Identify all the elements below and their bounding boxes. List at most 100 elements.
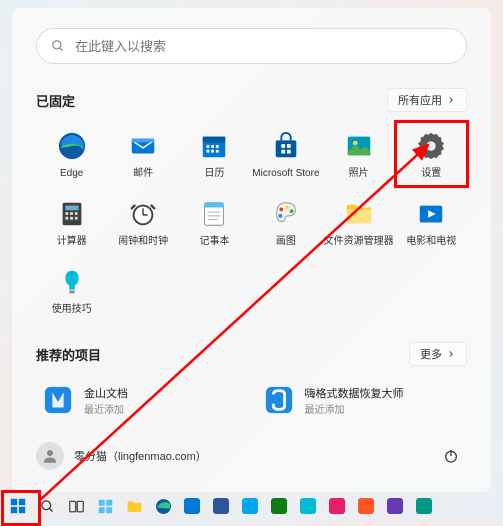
- taskbar-app[interactable]: [207, 494, 235, 518]
- app-label: 照片: [349, 168, 369, 180]
- clock-icon: [127, 198, 159, 230]
- taskbar-app[interactable]: [410, 494, 438, 518]
- power-icon: [443, 448, 459, 464]
- app-tile-alarms-clock[interactable]: 闹钟和时钟: [107, 192, 178, 254]
- taskbar-start-button[interactable]: [4, 494, 32, 518]
- widgets-icon: [98, 499, 113, 514]
- app-tile-edge[interactable]: Edge: [36, 124, 107, 186]
- app-icon: [387, 498, 403, 514]
- app-label: 使用技巧: [52, 304, 92, 316]
- tips-icon: [56, 266, 88, 298]
- app-tile-calculator[interactable]: 计算器: [36, 192, 107, 254]
- taskbar-file-explorer[interactable]: [120, 494, 148, 518]
- taskbar-app[interactable]: [178, 494, 206, 518]
- taskbar-app[interactable]: [323, 494, 351, 518]
- recommended-header: 推荐的项目 更多: [36, 342, 467, 366]
- store-icon: [270, 130, 302, 162]
- app-tile-tips[interactable]: 使用技巧: [36, 260, 107, 322]
- mail-icon: [127, 130, 159, 162]
- app-icon: [416, 498, 432, 514]
- taskbar-app[interactable]: [381, 494, 409, 518]
- app-tile-microsoft-store[interactable]: Microsoft Store: [250, 124, 321, 186]
- recommended-item-recovery[interactable]: 嗨格式数据恢复大师 最近添加: [257, 378, 468, 422]
- calculator-icon: [56, 198, 88, 230]
- gear-icon: [415, 130, 447, 162]
- taskbar-widgets[interactable]: [91, 494, 119, 518]
- taskbar-task-view[interactable]: [62, 494, 90, 518]
- user-name: 零分猫（lingfenmao.com）: [74, 448, 207, 464]
- taskbar-app[interactable]: [352, 494, 380, 518]
- jinshan-docs-icon: [42, 384, 74, 416]
- app-icon: [358, 498, 374, 514]
- app-label: 计算器: [57, 236, 87, 248]
- taskbar-app[interactable]: [265, 494, 293, 518]
- taskbar-edge[interactable]: [149, 494, 177, 518]
- taskbar-search-button[interactable]: [33, 494, 61, 518]
- pinned-header: 已固定 所有应用: [36, 88, 467, 112]
- app-tile-notepad[interactable]: 记事本: [179, 192, 250, 254]
- power-button[interactable]: [435, 440, 467, 472]
- rec-subtitle: 最近添加: [305, 401, 404, 416]
- app-label: 画图: [276, 236, 296, 248]
- chevron-right-icon: [446, 95, 456, 105]
- search-input[interactable]: [75, 39, 452, 54]
- file-explorer-icon: [126, 498, 143, 515]
- app-label: 日历: [204, 168, 224, 180]
- start-menu: 已固定 所有应用 Edge 邮件 日历 Microsoft Store 照片: [12, 8, 491, 492]
- edge-icon: [155, 498, 172, 515]
- app-tile-paint[interactable]: 画图: [250, 192, 321, 254]
- all-apps-button[interactable]: 所有应用: [387, 88, 467, 112]
- rec-subtitle: 最近添加: [84, 401, 128, 416]
- app-label: 电影和电视: [406, 236, 456, 248]
- task-view-icon: [69, 499, 84, 514]
- pinned-grid: Edge 邮件 日历 Microsoft Store 照片 设置 计算器 闹钟: [36, 124, 467, 322]
- more-button[interactable]: 更多: [409, 342, 467, 366]
- recommended-list: 金山文档 最近添加 嗨格式数据恢复大师 最近添加: [36, 378, 467, 422]
- taskbar: [0, 492, 503, 520]
- paint-icon: [270, 198, 302, 230]
- taskbar-app[interactable]: [294, 494, 322, 518]
- app-icon: [300, 498, 316, 514]
- app-label: 闹钟和时钟: [118, 236, 168, 248]
- app-label: Edge: [60, 168, 83, 180]
- windows-icon: [10, 498, 26, 514]
- app-label: 文件资源管理器: [324, 236, 394, 248]
- search-icon: [51, 39, 65, 53]
- more-label: 更多: [420, 346, 442, 362]
- app-icon: [184, 498, 200, 514]
- file-explorer-icon: [343, 198, 375, 230]
- app-tile-movies-tv[interactable]: 电影和电视: [396, 192, 467, 254]
- app-tile-mail[interactable]: 邮件: [107, 124, 178, 186]
- all-apps-label: 所有应用: [398, 92, 442, 108]
- rec-title: 金山文档: [84, 385, 128, 401]
- app-icon: [213, 498, 229, 514]
- app-icon: [329, 498, 345, 514]
- recommended-item-jinshan[interactable]: 金山文档 最近添加: [36, 378, 247, 422]
- app-label: 邮件: [133, 168, 153, 180]
- app-label: 设置: [421, 168, 441, 180]
- app-tile-calendar[interactable]: 日历: [179, 124, 250, 186]
- app-tile-photos[interactable]: 照片: [322, 124, 396, 186]
- taskbar-app[interactable]: [236, 494, 264, 518]
- edge-icon: [56, 130, 88, 162]
- pinned-title: 已固定: [36, 91, 75, 110]
- notepad-icon: [198, 198, 230, 230]
- app-label: Microsoft Store: [252, 168, 319, 180]
- user-row: 零分猫（lingfenmao.com）: [36, 428, 467, 472]
- app-tile-file-explorer[interactable]: 文件资源管理器: [322, 192, 396, 254]
- data-recovery-icon: [263, 384, 295, 416]
- app-icon: [271, 498, 287, 514]
- calendar-icon: [198, 130, 230, 162]
- chevron-right-icon: [446, 349, 456, 359]
- movies-tv-icon: [415, 198, 447, 230]
- app-label: 记事本: [199, 236, 229, 248]
- app-icon: [242, 498, 258, 514]
- app-tile-settings[interactable]: 设置: [396, 124, 467, 186]
- avatar-icon: [36, 442, 64, 470]
- photos-icon: [343, 130, 375, 162]
- search-icon: [40, 499, 55, 514]
- user-account-button[interactable]: 零分猫（lingfenmao.com）: [36, 442, 207, 470]
- recommended-title: 推荐的项目: [36, 345, 101, 364]
- search-box[interactable]: [36, 28, 467, 64]
- rec-title: 嗨格式数据恢复大师: [305, 385, 404, 401]
